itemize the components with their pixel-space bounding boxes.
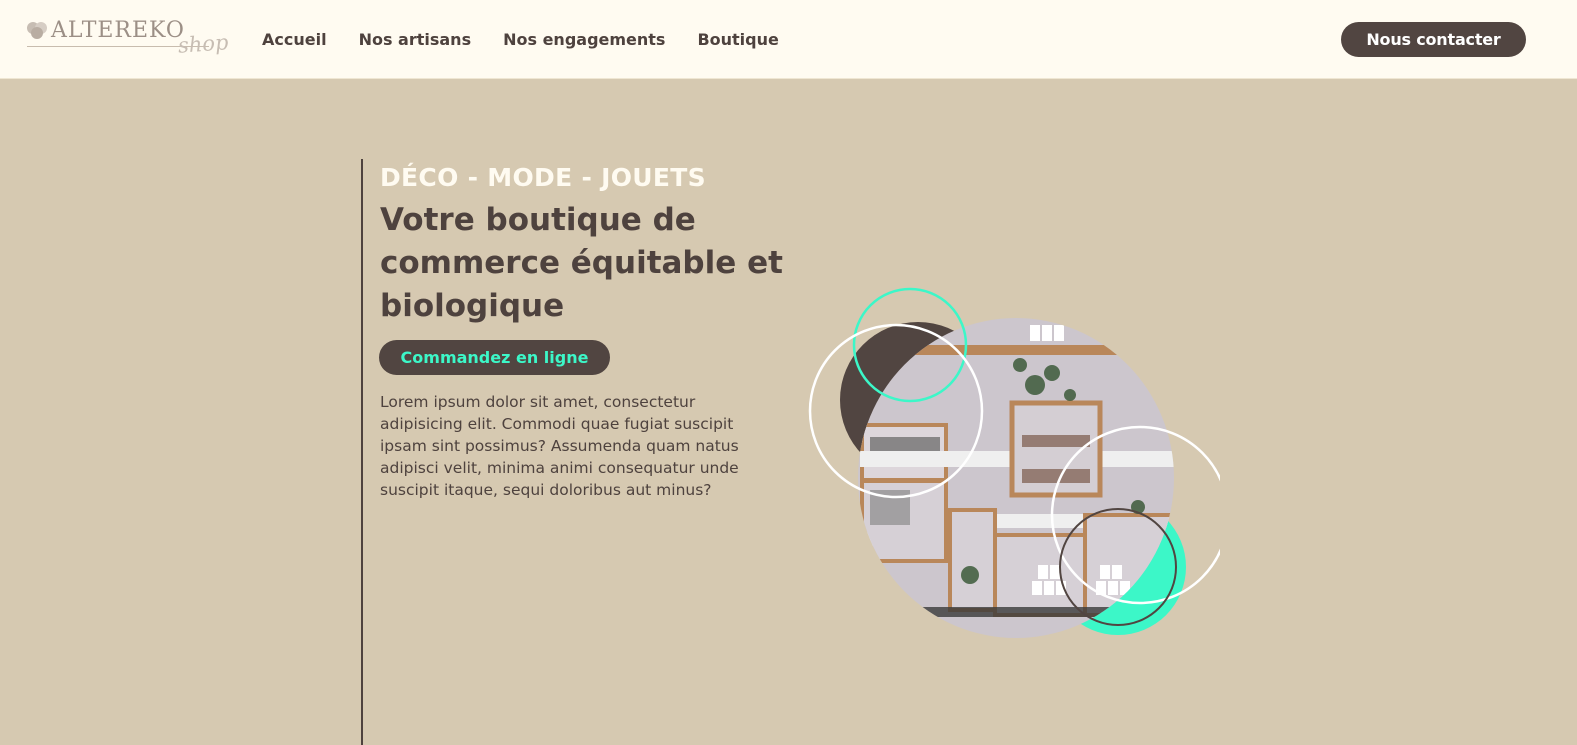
brand-suffix: shop: [177, 30, 230, 58]
nav-item-artisans[interactable]: Nos artisans: [359, 30, 472, 49]
brand-logo[interactable]: ALTEREKO shop: [26, 16, 230, 66]
nav-item-boutique[interactable]: Boutique: [697, 30, 778, 49]
order-online-button[interactable]: Commandez en ligne: [379, 340, 610, 375]
hero-illustration: [808, 287, 1220, 638]
hero-title: Votre boutique de commerce équitable et …: [380, 202, 783, 324]
main-nav: Accueil Nos artisans Nos engagements Bou…: [262, 30, 811, 49]
brand-name: ALTEREKO: [51, 18, 185, 43]
hero-description: Lorem ipsum dolor sit amet, consectetur …: [380, 393, 739, 499]
nav-item-engagements[interactable]: Nos engagements: [503, 30, 665, 49]
contact-button[interactable]: Nous contacter: [1341, 22, 1526, 57]
site-header: ALTEREKO shop Accueil Nos artisans Nos e…: [0, 0, 1577, 79]
nav-item-accueil[interactable]: Accueil: [262, 30, 327, 49]
flower-logo-icon: [27, 22, 47, 39]
hero-kicker: DÉCO - MODE - JOUETS: [380, 163, 706, 192]
hero-divider-line: [361, 159, 363, 745]
